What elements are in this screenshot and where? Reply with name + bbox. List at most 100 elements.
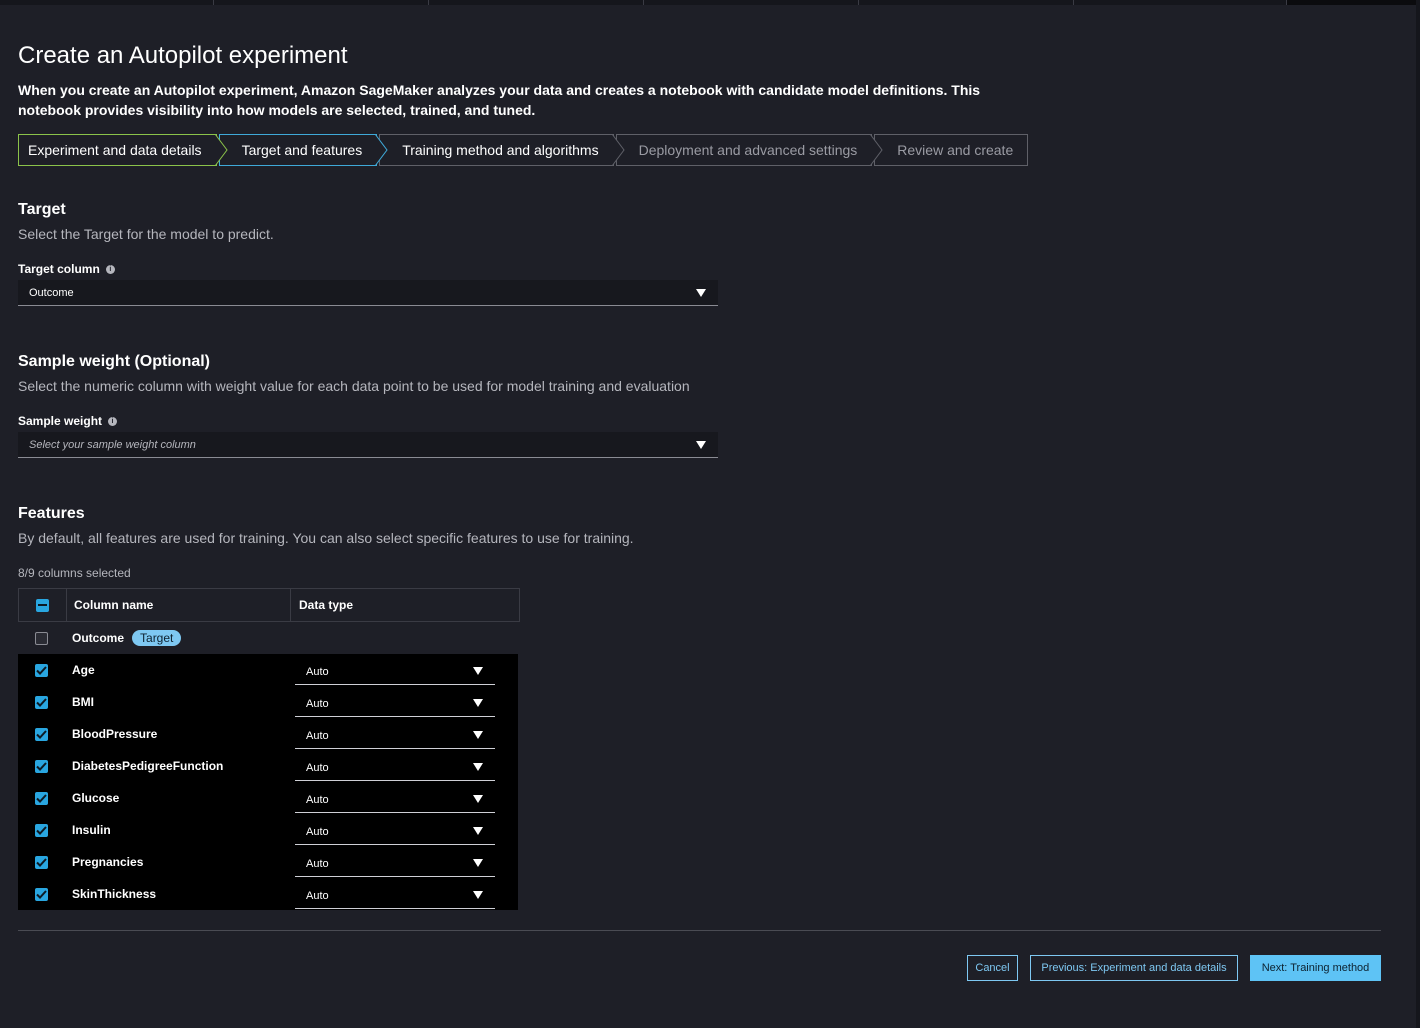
sample-weight-section-title: Sample weight (Optional) [18, 353, 211, 370]
data-type-value: Auto [306, 793, 329, 806]
caret-down-icon [473, 699, 483, 707]
row-checkbox[interactable] [34, 695, 48, 709]
checkmark-icon [35, 761, 47, 771]
features-table: Column name Data type Outcome Target Age… [18, 588, 520, 910]
row-checkbox[interactable] [34, 887, 48, 901]
top-tab[interactable] [429, 0, 644, 5]
top-tab[interactable] [644, 0, 859, 5]
row-column-name: BMI [72, 695, 94, 709]
page-title: Create an Autopilot experiment [18, 42, 348, 69]
row-checkbox[interactable] [34, 727, 48, 741]
table-row: BloodPressure Auto [18, 718, 518, 750]
features-section-description: By default, all features are used for tr… [18, 530, 634, 546]
data-type-select[interactable]: Auto [295, 883, 495, 909]
select-all-cell [19, 589, 67, 621]
step-label: Deployment and advanced settings [638, 142, 858, 158]
step-deployment-and-advanced-settings[interactable]: Deployment and advanced settings [615, 134, 883, 166]
target-column-label: Target column i [18, 262, 115, 276]
checkmark-icon [35, 825, 47, 835]
top-tab-strip [0, 0, 1420, 6]
features-section-title: Features [18, 505, 85, 522]
table-row: Pregnancies Auto [18, 846, 518, 878]
row-checkbox[interactable] [34, 855, 48, 869]
page-description: When you create an Autopilot experiment,… [18, 82, 981, 118]
row-column-name: BloodPressure [72, 727, 158, 741]
data-type-select[interactable]: Auto [295, 755, 495, 781]
data-type-select[interactable]: Auto [295, 691, 495, 717]
row-checkbox[interactable] [34, 759, 48, 773]
target-column-value: Outcome [29, 286, 74, 299]
caret-down-icon [473, 795, 483, 803]
sample-weight-placeholder: Select your sample weight column [29, 438, 196, 451]
data-type-select[interactable]: Auto [295, 851, 495, 877]
info-icon[interactable]: i [105, 264, 115, 274]
step-label: Training method and algorithms [402, 142, 599, 158]
table-row: BMI Auto [18, 686, 518, 718]
column-name-header[interactable]: Column name [67, 589, 291, 621]
wizard-steps: Experiment and data details Target and f… [18, 134, 1030, 166]
target-section-description: Select the Target for the model to predi… [18, 226, 274, 242]
table-row: Age Auto [18, 654, 518, 686]
select-all-checkbox[interactable] [36, 598, 49, 612]
target-section-title: Target [18, 201, 66, 218]
checkmark-icon [35, 889, 47, 899]
step-arrow-icon [374, 134, 388, 166]
caret-down-icon [696, 289, 706, 297]
table-row: DiabetesPedigreeFunction Auto [18, 750, 518, 782]
row-checkbox[interactable] [34, 631, 48, 645]
step-arrow-icon [611, 134, 625, 166]
step-training-method-and-algorithms[interactable]: Training method and algorithms [379, 134, 625, 166]
top-tab[interactable] [859, 0, 1074, 5]
row-column-name: Outcome [72, 631, 125, 645]
caret-down-icon [473, 731, 483, 739]
sample-weight-label: Sample weight i [18, 414, 118, 428]
top-tab[interactable] [1074, 0, 1287, 5]
row-column-name: Age [72, 663, 95, 677]
info-icon[interactable]: i [108, 416, 118, 426]
top-tab[interactable] [214, 0, 429, 5]
row-column-name: Pregnancies [72, 855, 144, 869]
data-type-value: Auto [306, 857, 329, 870]
previous-button[interactable]: Previous: Experiment and data details [1030, 955, 1238, 981]
target-badge: Target [132, 630, 182, 646]
data-type-value: Auto [306, 697, 329, 710]
checkmark-icon [35, 857, 47, 867]
cancel-button[interactable]: Cancel [967, 955, 1018, 981]
table-row-target: Outcome Target [18, 622, 520, 654]
caret-down-icon [473, 827, 483, 835]
sample-weight-select[interactable]: Select your sample weight column [18, 432, 718, 458]
data-type-value: Auto [306, 761, 329, 774]
step-label: Target and features [241, 142, 363, 158]
feature-rows: Age Auto BMI Auto BloodPressure Auto Dia… [18, 654, 518, 910]
row-checkbox[interactable] [34, 663, 48, 677]
caret-down-icon [473, 859, 483, 867]
row-checkbox[interactable] [34, 823, 48, 837]
checkmark-icon [35, 697, 47, 707]
step-target-and-features[interactable]: Target and features [218, 134, 388, 166]
data-type-select[interactable]: Auto [295, 659, 495, 685]
step-label: Experiment and data details [28, 142, 202, 158]
data-type-header[interactable]: Data type [291, 589, 519, 621]
table-row: Insulin Auto [18, 814, 518, 846]
caret-down-icon [473, 667, 483, 675]
top-tab[interactable] [1287, 0, 1420, 5]
target-column-select[interactable]: Outcome [18, 280, 718, 306]
data-type-select[interactable]: Auto [295, 723, 495, 749]
step-arrow-icon [214, 134, 228, 166]
scrollbar[interactable] [1416, 0, 1420, 1028]
data-type-select[interactable]: Auto [295, 819, 495, 845]
step-review-and-create[interactable]: Review and create [874, 134, 1029, 166]
caret-down-icon [473, 763, 483, 771]
checkmark-icon [35, 793, 47, 803]
row-column-name: SkinThickness [72, 887, 157, 901]
data-type-select[interactable]: Auto [295, 787, 495, 813]
table-row: SkinThickness Auto [18, 878, 518, 910]
sample-weight-label-text: Sample weight [18, 414, 103, 428]
sample-weight-section-description: Select the numeric column with weight va… [18, 378, 690, 394]
step-experiment-and-data-details[interactable]: Experiment and data details [18, 134, 228, 166]
table-row: Glucose Auto [18, 782, 518, 814]
row-checkbox[interactable] [34, 791, 48, 805]
top-tab[interactable] [0, 0, 214, 5]
columns-selected-count: 8/9 columns selected [18, 566, 131, 580]
next-button[interactable]: Next: Training method [1250, 955, 1381, 981]
